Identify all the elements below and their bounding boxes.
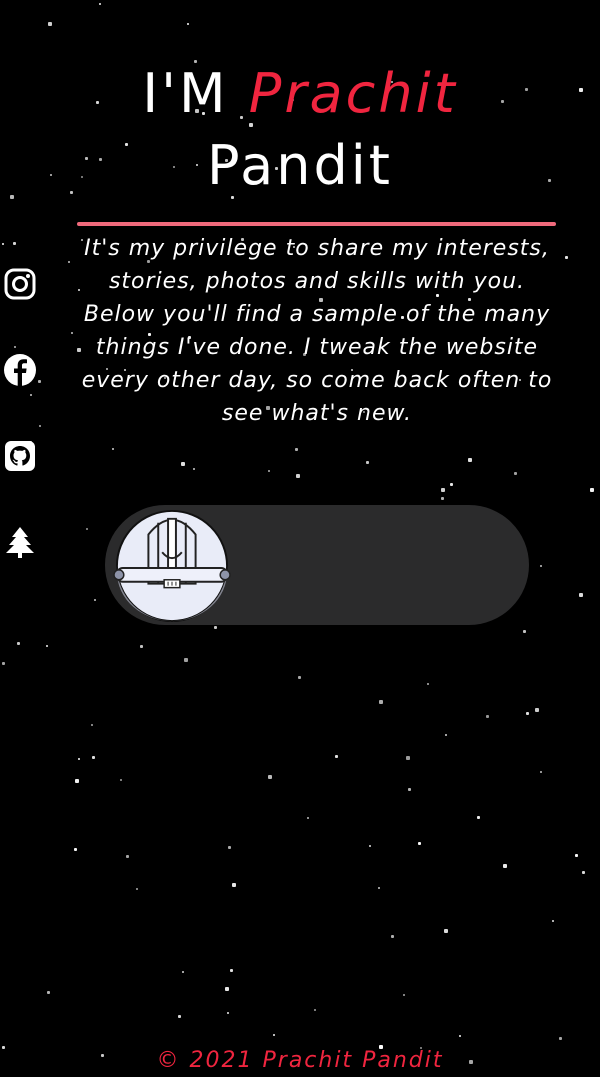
title-divider — [77, 222, 556, 226]
github-icon — [5, 441, 35, 471]
star — [46, 645, 48, 647]
star — [408, 788, 411, 791]
star — [48, 22, 52, 26]
star — [2, 243, 4, 245]
greeting-text: I'M — [142, 62, 229, 125]
star — [30, 394, 32, 396]
star — [427, 683, 429, 685]
star — [575, 854, 578, 857]
star — [445, 734, 447, 736]
star — [126, 855, 129, 858]
star — [403, 994, 405, 996]
star — [99, 3, 101, 5]
page-title: I'M Prachit Pandit — [0, 58, 600, 202]
theme-toggle-switch[interactable] — [105, 505, 529, 625]
intro-paragraph: It's my privilege to share my interests,… — [81, 236, 553, 426]
facebook-icon — [4, 354, 36, 386]
tree-icon — [6, 527, 34, 558]
star — [13, 242, 16, 245]
star — [486, 715, 489, 718]
star — [418, 842, 421, 845]
star — [47, 991, 50, 994]
star — [71, 332, 73, 334]
star — [514, 472, 517, 475]
star — [78, 758, 80, 760]
star — [184, 658, 188, 662]
star — [444, 929, 448, 933]
star — [450, 483, 453, 486]
first-name-text: Prachit — [248, 62, 458, 125]
star — [540, 565, 542, 567]
star — [230, 969, 233, 972]
star — [406, 756, 410, 760]
star — [227, 1012, 229, 1014]
tree-link[interactable] — [2, 524, 38, 560]
star — [94, 599, 96, 601]
star — [441, 497, 444, 500]
star — [379, 700, 383, 704]
star — [120, 779, 122, 781]
star — [178, 1015, 181, 1018]
star — [582, 871, 585, 874]
star — [140, 645, 143, 648]
star — [193, 468, 195, 470]
star — [2, 662, 5, 665]
star — [298, 676, 301, 679]
star — [526, 712, 529, 715]
star — [366, 461, 369, 464]
star — [378, 887, 380, 889]
star — [273, 1034, 275, 1036]
star — [68, 261, 70, 263]
star — [181, 462, 185, 466]
star — [441, 488, 445, 492]
star — [459, 1035, 461, 1037]
star — [369, 845, 371, 847]
star — [590, 488, 594, 492]
star — [477, 816, 480, 819]
facebook-link[interactable] — [2, 352, 38, 388]
instagram-link[interactable] — [2, 266, 38, 302]
star — [232, 883, 236, 887]
star — [228, 846, 231, 849]
star — [503, 864, 507, 868]
star — [268, 470, 270, 472]
star — [38, 380, 41, 383]
instagram-icon — [4, 268, 36, 300]
star — [225, 987, 229, 991]
star — [92, 756, 95, 759]
star — [14, 346, 16, 348]
star — [579, 593, 583, 597]
star — [552, 920, 554, 922]
star — [268, 775, 272, 779]
star — [112, 448, 114, 450]
star — [74, 848, 77, 851]
star — [39, 425, 41, 427]
star — [187, 23, 189, 25]
star — [559, 1037, 562, 1040]
star — [295, 448, 298, 451]
star — [307, 817, 309, 819]
star — [391, 935, 394, 938]
star — [335, 755, 338, 758]
star — [86, 528, 88, 530]
astronaut-helmet-icon — [113, 509, 231, 623]
star — [17, 642, 20, 645]
star — [296, 474, 300, 478]
star — [91, 724, 93, 726]
star — [214, 626, 217, 629]
star — [540, 771, 542, 773]
footer-copyright: © 2021 Prachit Pandit — [156, 1048, 444, 1073]
star — [314, 1009, 316, 1011]
star — [468, 458, 472, 462]
star — [182, 971, 184, 973]
last-name-text: Pandit — [207, 134, 393, 197]
star — [75, 779, 79, 783]
github-link[interactable] — [2, 438, 38, 474]
star — [523, 630, 526, 633]
star — [565, 256, 568, 259]
star — [136, 888, 138, 890]
star — [535, 708, 539, 712]
